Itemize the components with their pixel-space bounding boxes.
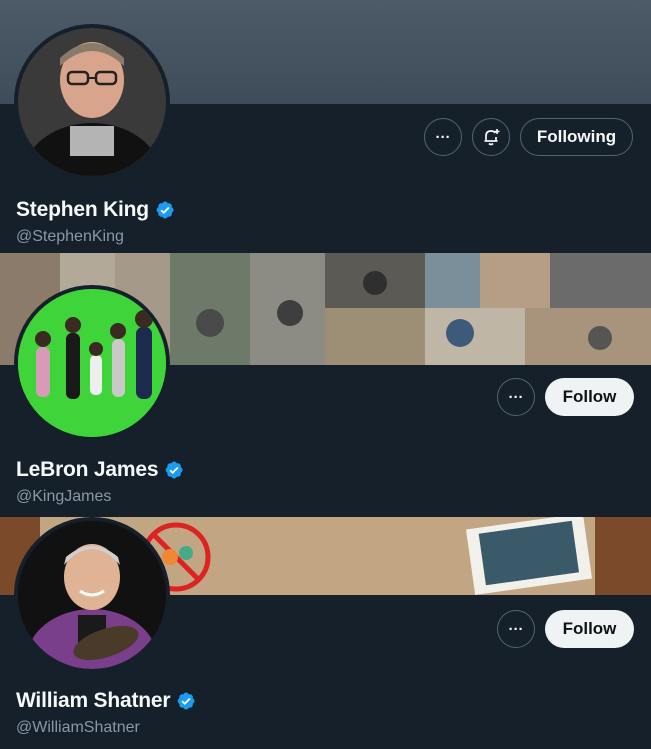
avatar-photo: [18, 28, 166, 176]
profile-name: William Shatner: [16, 689, 171, 712]
verified-badge-icon: [177, 692, 195, 710]
profile-handle: @WilliamShatner: [16, 719, 140, 736]
follow-button[interactable]: Follow: [545, 610, 634, 648]
avatar[interactable]: [14, 285, 170, 441]
profile-handle: @StephenKing: [16, 228, 124, 245]
profile-name-row: LeBron James: [16, 458, 184, 482]
more-options-button[interactable]: ···: [497, 378, 535, 416]
avatar-photo: [18, 521, 166, 669]
notifications-bell-button[interactable]: [472, 118, 510, 156]
following-button[interactable]: Following: [520, 118, 633, 156]
verified-badge-icon: [156, 201, 174, 219]
avatar-photo: [18, 289, 166, 437]
verified-badge-icon: [165, 461, 183, 479]
profile-name: Stephen King: [16, 198, 149, 221]
avatar[interactable]: [14, 517, 170, 673]
profile-handle: @KingJames: [16, 488, 112, 505]
more-options-button[interactable]: ···: [424, 118, 462, 156]
follow-button[interactable]: Follow: [545, 378, 634, 416]
more-options-button[interactable]: ···: [497, 610, 535, 648]
profile-name: LeBron James: [16, 458, 159, 481]
avatar[interactable]: [14, 24, 170, 180]
profile-name-row: Stephen King: [16, 198, 175, 222]
bell-plus-icon: [484, 129, 500, 146]
profile-name-row: William Shatner: [16, 689, 196, 713]
